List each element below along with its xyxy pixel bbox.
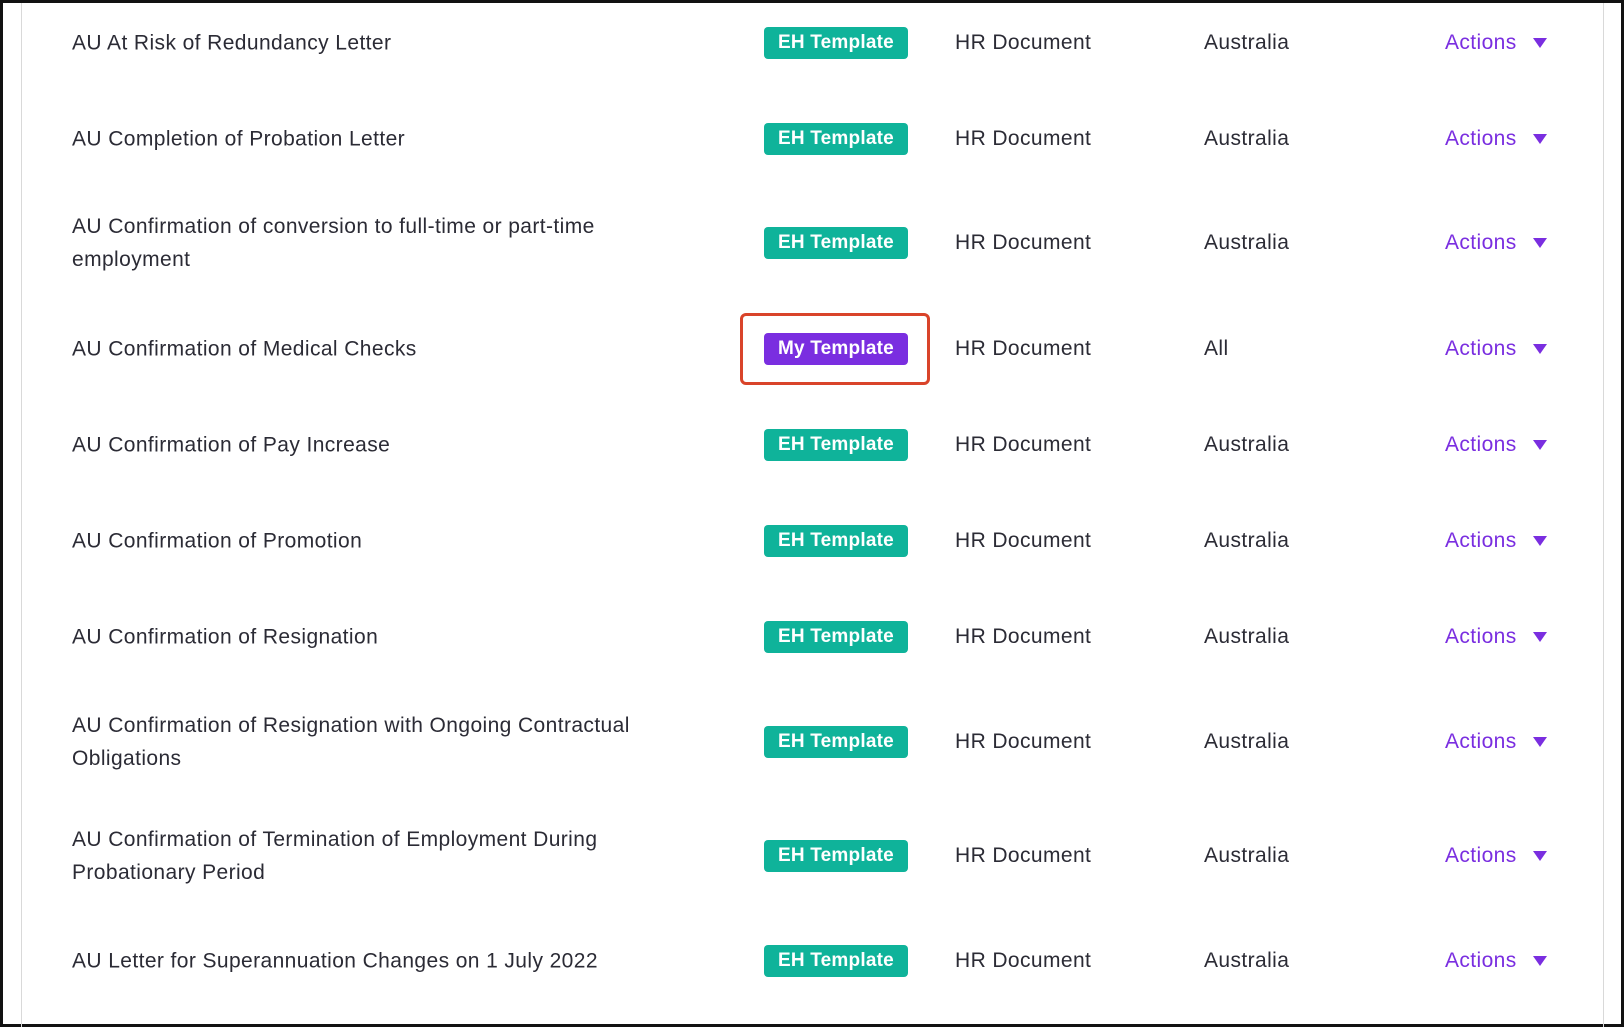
actions-dropdown[interactable]: Actions: [1445, 730, 1547, 754]
actions-dropdown[interactable]: Actions: [1445, 433, 1547, 457]
table-row: AU Confirmation of Termination of Employ…: [22, 816, 1603, 896]
document-type: HR Document: [955, 844, 1092, 867]
country: All: [1204, 337, 1229, 360]
table-row: AU Confirmation of Resignation EH Templa…: [22, 597, 1603, 677]
country: Australia: [1204, 529, 1290, 552]
template-badge: EH Template: [764, 525, 908, 557]
template-badge: EH Template: [764, 840, 908, 872]
screenshot-frame: AU At Risk of Redundancy Letter EH Templ…: [0, 0, 1624, 1027]
template-badge: EH Template: [764, 621, 908, 653]
caret-down-icon[interactable]: [1532, 851, 1547, 861]
template-badge: EH Template: [764, 123, 908, 155]
caret-down-icon[interactable]: [1532, 344, 1547, 354]
table-row: AU Confirmation of Promotion EH Template…: [22, 501, 1603, 581]
actions-label[interactable]: Actions: [1445, 31, 1517, 55]
template-name[interactable]: AU Completion of Probation Letter: [72, 123, 692, 156]
template-name[interactable]: AU Confirmation of Resignation with Ongo…: [72, 709, 692, 775]
caret-down-icon[interactable]: [1532, 134, 1547, 144]
template-badge: EH Template: [764, 227, 908, 259]
actions-dropdown[interactable]: Actions: [1445, 625, 1547, 649]
caret-down-icon[interactable]: [1532, 440, 1547, 450]
table-row: AU Confirmation of conversion to full-ti…: [22, 203, 1603, 283]
caret-down-icon[interactable]: [1532, 38, 1547, 48]
country: Australia: [1204, 127, 1290, 150]
caret-down-icon[interactable]: [1532, 737, 1547, 747]
actions-label[interactable]: Actions: [1445, 730, 1517, 754]
table-row: AU Confirmation of Medical Checks My Tem…: [22, 309, 1603, 389]
document-type: HR Document: [955, 231, 1092, 254]
actions-label[interactable]: Actions: [1445, 949, 1517, 973]
template-name[interactable]: AU Confirmation of Pay Increase: [72, 429, 692, 462]
actions-label[interactable]: Actions: [1445, 433, 1517, 457]
caret-down-icon[interactable]: [1532, 536, 1547, 546]
table-row: AU Confirmation of Pay Increase EH Templ…: [22, 405, 1603, 485]
document-type: HR Document: [955, 625, 1092, 648]
actions-dropdown[interactable]: Actions: [1445, 337, 1547, 361]
document-type: HR Document: [955, 31, 1092, 54]
country: Australia: [1204, 844, 1290, 867]
template-name[interactable]: AU Confirmation of Resignation: [72, 621, 692, 654]
document-type: HR Document: [955, 730, 1092, 753]
country: Australia: [1204, 625, 1290, 648]
caret-down-icon[interactable]: [1532, 632, 1547, 642]
document-type: HR Document: [955, 337, 1092, 360]
actions-dropdown[interactable]: Actions: [1445, 844, 1547, 868]
table-row: AU Confirmation of Resignation with Ongo…: [22, 702, 1603, 782]
actions-label[interactable]: Actions: [1445, 529, 1517, 553]
country: Australia: [1204, 231, 1290, 254]
document-type: HR Document: [955, 949, 1092, 972]
template-badge: My Template: [764, 333, 908, 365]
template-name[interactable]: AU Confirmation of Termination of Employ…: [72, 823, 692, 889]
template-name[interactable]: AU Confirmation of conversion to full-ti…: [72, 210, 692, 276]
country: Australia: [1204, 730, 1290, 753]
actions-dropdown[interactable]: Actions: [1445, 31, 1547, 55]
document-type: HR Document: [955, 529, 1092, 552]
caret-down-icon[interactable]: [1532, 238, 1547, 248]
template-name[interactable]: AU Confirmation of Promotion: [72, 525, 692, 558]
templates-table: AU At Risk of Redundancy Letter EH Templ…: [21, 3, 1604, 1027]
document-type: HR Document: [955, 433, 1092, 456]
actions-dropdown[interactable]: Actions: [1445, 231, 1547, 255]
document-type: HR Document: [955, 127, 1092, 150]
template-badge: EH Template: [764, 27, 908, 59]
actions-label[interactable]: Actions: [1445, 844, 1517, 868]
country: Australia: [1204, 949, 1290, 972]
template-name[interactable]: AU At Risk of Redundancy Letter: [72, 27, 692, 60]
actions-dropdown[interactable]: Actions: [1445, 529, 1547, 553]
actions-label[interactable]: Actions: [1445, 231, 1517, 255]
table-row: AU At Risk of Redundancy Letter EH Templ…: [22, 3, 1603, 83]
table-row: AU Completion of Probation Letter EH Tem…: [22, 99, 1603, 179]
template-name[interactable]: AU Letter for Superannuation Changes on …: [72, 945, 692, 978]
template-name[interactable]: AU Confirmation of Medical Checks: [72, 333, 692, 366]
template-badge: EH Template: [764, 429, 908, 461]
caret-down-icon[interactable]: [1532, 956, 1547, 966]
actions-dropdown[interactable]: Actions: [1445, 949, 1547, 973]
template-badge: EH Template: [764, 726, 908, 758]
actions-label[interactable]: Actions: [1445, 337, 1517, 361]
actions-label[interactable]: Actions: [1445, 625, 1517, 649]
actions-dropdown[interactable]: Actions: [1445, 127, 1547, 151]
country: Australia: [1204, 433, 1290, 456]
country: Australia: [1204, 31, 1290, 54]
table-row: AU Letter for Superannuation Changes on …: [22, 921, 1603, 1001]
actions-label[interactable]: Actions: [1445, 127, 1517, 151]
template-badge: EH Template: [764, 945, 908, 977]
